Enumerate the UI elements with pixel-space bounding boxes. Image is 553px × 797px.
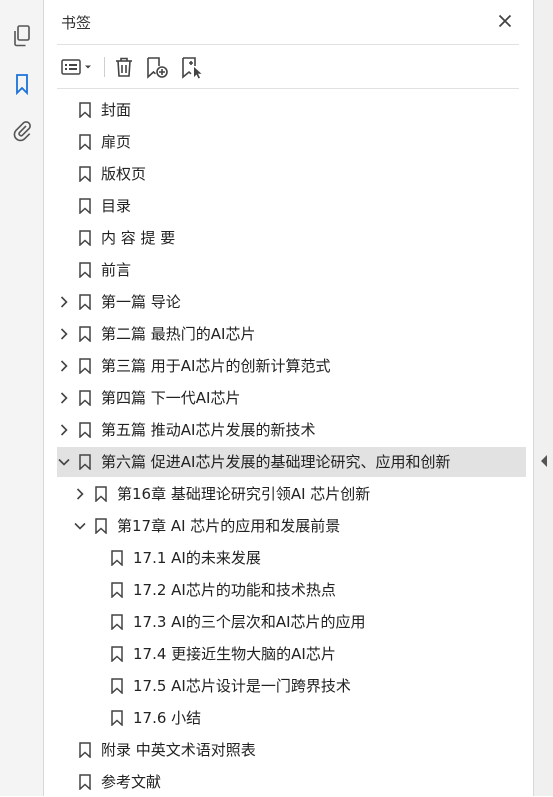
chevron-right-icon[interactable] xyxy=(57,422,71,438)
bookmark-item[interactable]: 第17章 AI 芯片的应用和发展前景 xyxy=(45,511,533,541)
bookmark-ribbon-icon xyxy=(78,294,92,311)
bookmark-label: 附录 中英文术语对照表 xyxy=(101,741,256,759)
bookmark-ribbon-icon xyxy=(78,390,92,407)
bookmark-ribbon-icon xyxy=(78,422,92,439)
bookmark-label: 17.6 小结 xyxy=(133,709,202,727)
delete-bookmark-button[interactable] xyxy=(111,48,137,86)
chevron-right-icon[interactable] xyxy=(73,486,87,502)
bookmark-ribbon-icon xyxy=(78,774,92,791)
chevron-right-icon[interactable] xyxy=(57,358,71,374)
bookmark-item[interactable]: 版权页 xyxy=(45,159,533,189)
bookmark-ribbon-icon xyxy=(110,582,124,599)
bookmark-ribbon-icon xyxy=(94,518,108,535)
bookmark-label: 第四篇 下一代AI芯片 xyxy=(101,389,241,407)
bookmark-ribbon-icon xyxy=(78,358,92,375)
new-bookmark-button[interactable] xyxy=(143,48,171,86)
bookmark-ribbon-icon xyxy=(78,262,92,279)
bookmark-item[interactable]: 17.5 AI芯片设计是一门跨界技术 xyxy=(45,671,533,701)
chevron-right-icon[interactable] xyxy=(57,390,71,406)
bookmark-label: 第二篇 最热门的AI芯片 xyxy=(101,325,256,343)
new-bookmark-from-structure-button[interactable] xyxy=(178,48,206,86)
bookmark-item[interactable]: 17.4 更接近生物大脑的AI芯片 xyxy=(45,639,533,669)
bookmark-item[interactable]: 参考文献 xyxy=(45,767,533,797)
bookmark-ribbon-icon xyxy=(78,166,92,183)
bookmark-ribbon-icon xyxy=(110,678,124,695)
divider xyxy=(57,44,519,45)
bookmark-item[interactable]: 17.1 AI的未来发展 xyxy=(45,543,533,573)
bookmark-label: 17.1 AI的未来发展 xyxy=(133,549,261,567)
bookmark-label: 目录 xyxy=(101,197,132,215)
bookmark-item[interactable]: 附录 中英文术语对照表 xyxy=(45,735,533,765)
bookmark-label: 参考文献 xyxy=(101,773,162,791)
bookmark-item[interactable]: 前言 xyxy=(45,255,533,285)
bookmark-label: 第16章 基础理论研究引领AI 芯片创新 xyxy=(117,485,371,503)
bookmark-cursor-icon xyxy=(182,57,202,79)
bookmark-ribbon-icon xyxy=(78,102,92,119)
trash-icon xyxy=(116,57,132,77)
close-icon xyxy=(498,14,512,28)
bookmark-item[interactable]: 目录 xyxy=(45,191,533,221)
bookmark-label: 17.2 AI芯片的功能和技术热点 xyxy=(133,581,336,599)
options-menu-button[interactable] xyxy=(57,48,97,86)
bookmark-label: 内 容 提 要 xyxy=(101,229,176,247)
bookmark-ribbon-icon xyxy=(110,646,124,663)
chevron-down-icon[interactable] xyxy=(73,518,87,534)
bookmark-label: 第五篇 推动AI芯片发展的新技术 xyxy=(101,421,316,439)
navigation-sidebar xyxy=(0,0,44,796)
bookmark-label: 第17章 AI 芯片的应用和发展前景 xyxy=(117,517,341,535)
bookmark-item[interactable]: 第一篇 导论 xyxy=(45,287,533,317)
bookmark-label: 17.3 AI的三个层次和AI芯片的应用 xyxy=(133,613,366,631)
bookmarks-toolbar xyxy=(45,48,533,86)
bookmark-item[interactable]: 扉页 xyxy=(45,127,533,157)
bookmark-ribbon-icon xyxy=(110,710,124,727)
attachment-icon[interactable] xyxy=(9,117,35,143)
bookmark-item[interactable]: 封面 xyxy=(45,95,533,125)
panel-header: 书签 xyxy=(45,0,533,44)
bookmark-ribbon-icon xyxy=(78,326,92,343)
bookmark-item[interactable]: 第四篇 下一代AI芯片 xyxy=(45,383,533,413)
bookmark-item[interactable]: 第五篇 推动AI芯片发展的新技术 xyxy=(45,415,533,445)
chevron-down-icon[interactable] xyxy=(57,454,71,470)
bookmark-item[interactable]: 第六篇 促进AI芯片发展的基础理论研究、应用和创新 xyxy=(57,447,526,477)
bookmark-item[interactable]: 17.6 小结 xyxy=(45,703,533,733)
bookmark-item[interactable]: 第三篇 用于AI芯片的创新计算范式 xyxy=(45,351,533,381)
chevron-right-icon[interactable] xyxy=(57,294,71,310)
collapse-arrow-icon[interactable] xyxy=(540,455,548,467)
bookmark-ribbon-icon xyxy=(78,198,92,215)
bookmark-item[interactable]: 17.3 AI的三个层次和AI芯片的应用 xyxy=(45,607,533,637)
bookmark-ribbon-icon xyxy=(78,134,92,151)
panel-title: 书签 xyxy=(61,14,92,32)
bookmark-item[interactable]: 17.2 AI芯片的功能和技术热点 xyxy=(45,575,533,605)
bookmark-label: 封面 xyxy=(101,101,132,119)
bookmark-label: 17.5 AI芯片设计是一门跨界技术 xyxy=(133,677,351,695)
bookmark-ribbon-icon xyxy=(110,550,124,567)
panel-collapse-strip[interactable] xyxy=(533,0,553,796)
bookmark-item[interactable]: 内 容 提 要 xyxy=(45,223,533,253)
bookmark-label: 前言 xyxy=(101,261,132,279)
bookmark-label: 第六篇 促进AI芯片发展的基础理论研究、应用和创新 xyxy=(101,453,451,471)
chevron-right-icon[interactable] xyxy=(57,326,71,342)
bookmark-item[interactable]: 第二篇 最热门的AI芯片 xyxy=(45,319,533,349)
close-panel-button[interactable] xyxy=(495,11,515,31)
toolbar-separator xyxy=(104,57,105,77)
add-bookmark-icon xyxy=(147,57,168,79)
bookmark-ribbon-icon xyxy=(78,230,92,247)
bookmark-label: 扉页 xyxy=(101,133,132,151)
bookmark-ribbon-icon xyxy=(78,454,92,471)
bookmark-label: 第一篇 导论 xyxy=(101,293,181,311)
bookmarks-panel: 书签 封面 扉页 版权页 目录 内 容 提 要 前言 第一篇 导论 第二篇 最热… xyxy=(45,0,533,796)
bookmark-icon[interactable] xyxy=(9,71,35,97)
options-list-icon xyxy=(61,59,91,75)
bookmark-ribbon-icon xyxy=(78,742,92,759)
bookmark-label: 17.4 更接近生物大脑的AI芯片 xyxy=(133,645,336,663)
bookmark-label: 版权页 xyxy=(101,165,147,183)
pages-icon[interactable] xyxy=(9,23,35,49)
bookmark-ribbon-icon xyxy=(94,486,108,503)
divider xyxy=(57,88,519,89)
bookmark-label: 第三篇 用于AI芯片的创新计算范式 xyxy=(101,357,331,375)
bookmark-ribbon-icon xyxy=(110,614,124,631)
bookmark-item[interactable]: 第16章 基础理论研究引领AI 芯片创新 xyxy=(45,479,533,509)
